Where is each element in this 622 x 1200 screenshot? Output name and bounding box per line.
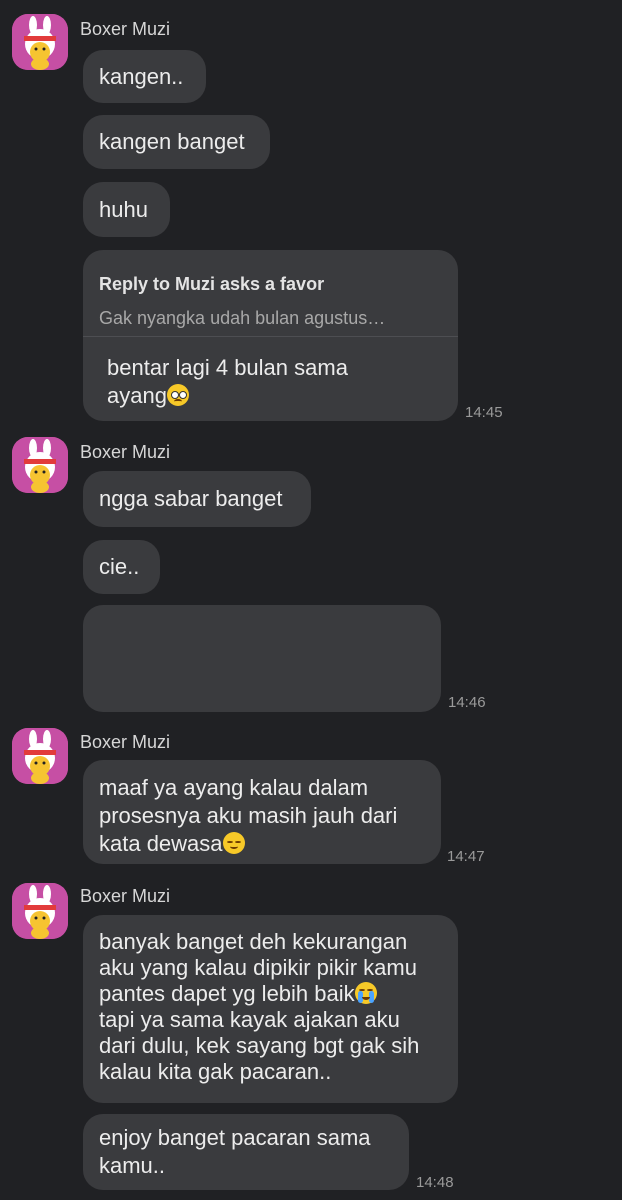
blank-message-bubble[interactable] — [83, 605, 441, 712]
message-text: kangen.. — [99, 63, 184, 89]
sender-name: Boxer Muzi — [80, 886, 171, 906]
message-text: bentar lagi 4 bulan sama ayang — [107, 355, 348, 408]
message-timestamp: 14:48 — [416, 1174, 454, 1191]
avatar[interactable] — [12, 728, 68, 784]
message-bubble[interactable]: enjoy banget pacaran sama kamu.. — [83, 1114, 409, 1190]
muzi-avatar-icon — [12, 728, 68, 784]
sender-name: Boxer Muzi — [80, 732, 171, 752]
reply-quote-snippet: Gak nyangka udah bulan agustus… — [99, 308, 386, 328]
avatar[interactable] — [12, 14, 68, 70]
message-bubble[interactable]: kangen banget — [83, 115, 270, 169]
reply-divider — [83, 336, 458, 337]
message-text: tapi ya sama kayak ajakan aku dari dulu,… — [99, 1007, 420, 1084]
message-text: huhu — [99, 196, 148, 222]
message-bubble[interactable]: banyak banget deh kekurangan aku yang ka… — [83, 915, 458, 1103]
message-bubble[interactable]: maaf ya ayang kalau dalam prosesnya aku … — [83, 760, 441, 864]
message-text: cie.. — [99, 554, 140, 579]
avatar[interactable] — [12, 883, 68, 939]
reply-message-bubble[interactable]: Reply to Muzi asks a favor Gak nyangka u… — [83, 250, 458, 421]
sender-name: Boxer Muzi — [80, 19, 171, 39]
disappointed-face-icon — [222, 832, 245, 854]
message-text: enjoy banget pacaran sama kamu.. — [99, 1125, 371, 1178]
sender-name: Boxer Muzi — [80, 442, 171, 462]
pleading-face-icon — [166, 384, 189, 406]
message-bubble[interactable]: kangen.. — [83, 50, 206, 103]
message-text: kangen banget — [99, 129, 245, 154]
reply-quote-title[interactable]: Reply to Muzi asks a favor — [99, 270, 442, 298]
message-bubble[interactable]: cie.. — [83, 540, 160, 594]
message-timestamp: 14:46 — [448, 694, 486, 711]
muzi-avatar-icon — [12, 14, 68, 70]
message-bubble[interactable]: ngga sabar banget — [83, 471, 311, 527]
loudly-crying-face-icon — [354, 982, 377, 1004]
message-timestamp: 14:45 — [465, 404, 503, 421]
muzi-avatar-icon — [12, 437, 68, 493]
avatar[interactable] — [12, 437, 68, 493]
message-text: maaf ya ayang kalau dalam prosesnya aku … — [99, 775, 398, 856]
muzi-avatar-icon — [12, 883, 68, 939]
message-bubble[interactable]: huhu — [83, 182, 170, 237]
message-text: ngga sabar banget — [99, 486, 283, 511]
message-timestamp: 14:47 — [447, 848, 485, 865]
